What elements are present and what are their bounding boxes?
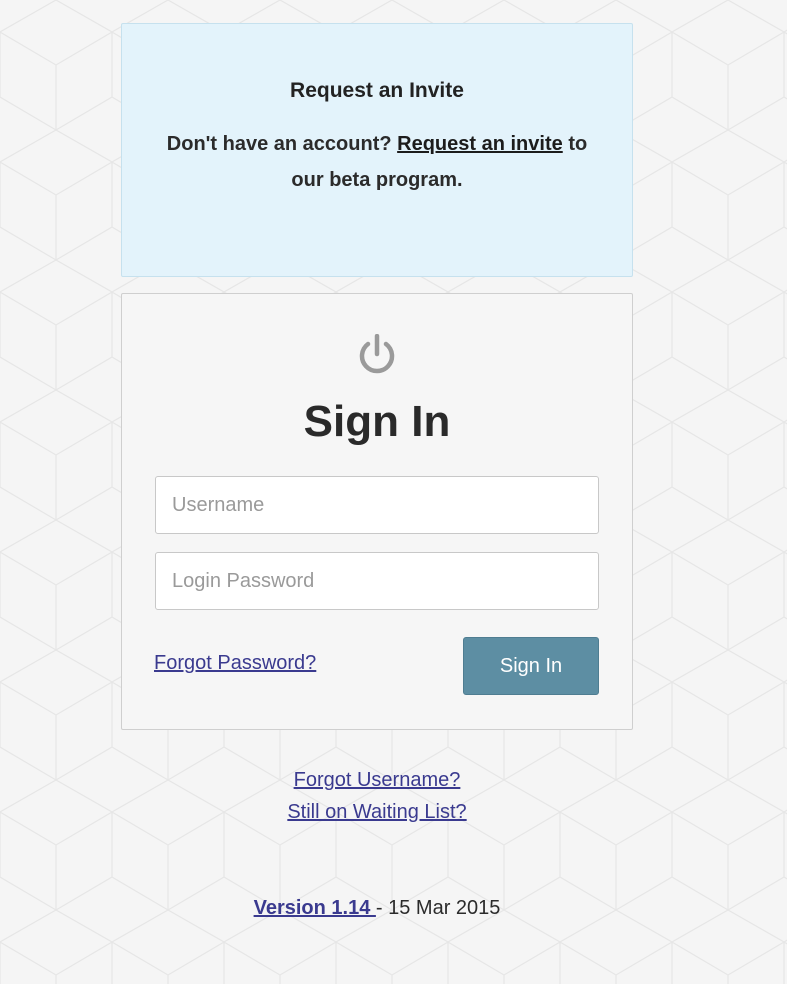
signin-panel: Sign In Forgot Password? Sign In (121, 293, 633, 730)
help-links: Forgot Username? Still on Waiting List? (121, 764, 633, 828)
request-invite-link[interactable]: Request an invite (397, 133, 563, 155)
version-link[interactable]: Version 1.14 (254, 897, 376, 919)
username-input[interactable] (155, 476, 599, 534)
forgot-password-link[interactable]: Forgot Password? (154, 652, 316, 675)
login-container: Request an Invite Don't have an account?… (121, 23, 633, 730)
version-footer: Version 1.14 - 15 Mar 2015 (121, 897, 633, 920)
invite-panel: Request an Invite Don't have an account?… (121, 23, 633, 277)
invite-title: Request an Invite (290, 79, 464, 102)
sign-in-button[interactable]: Sign In (463, 637, 599, 695)
power-icon (359, 334, 395, 374)
password-input[interactable] (155, 552, 599, 610)
invite-text-prefix: Don't have an account? (166, 133, 392, 155)
waiting-list-link[interactable]: Still on Waiting List? (121, 796, 633, 828)
signin-title: Sign In (303, 397, 451, 446)
invite-text: Don't have an account? Request an invite… (162, 126, 592, 198)
release-date: - 15 Mar 2015 (375, 897, 501, 919)
forgot-username-link[interactable]: Forgot Username? (121, 764, 633, 796)
